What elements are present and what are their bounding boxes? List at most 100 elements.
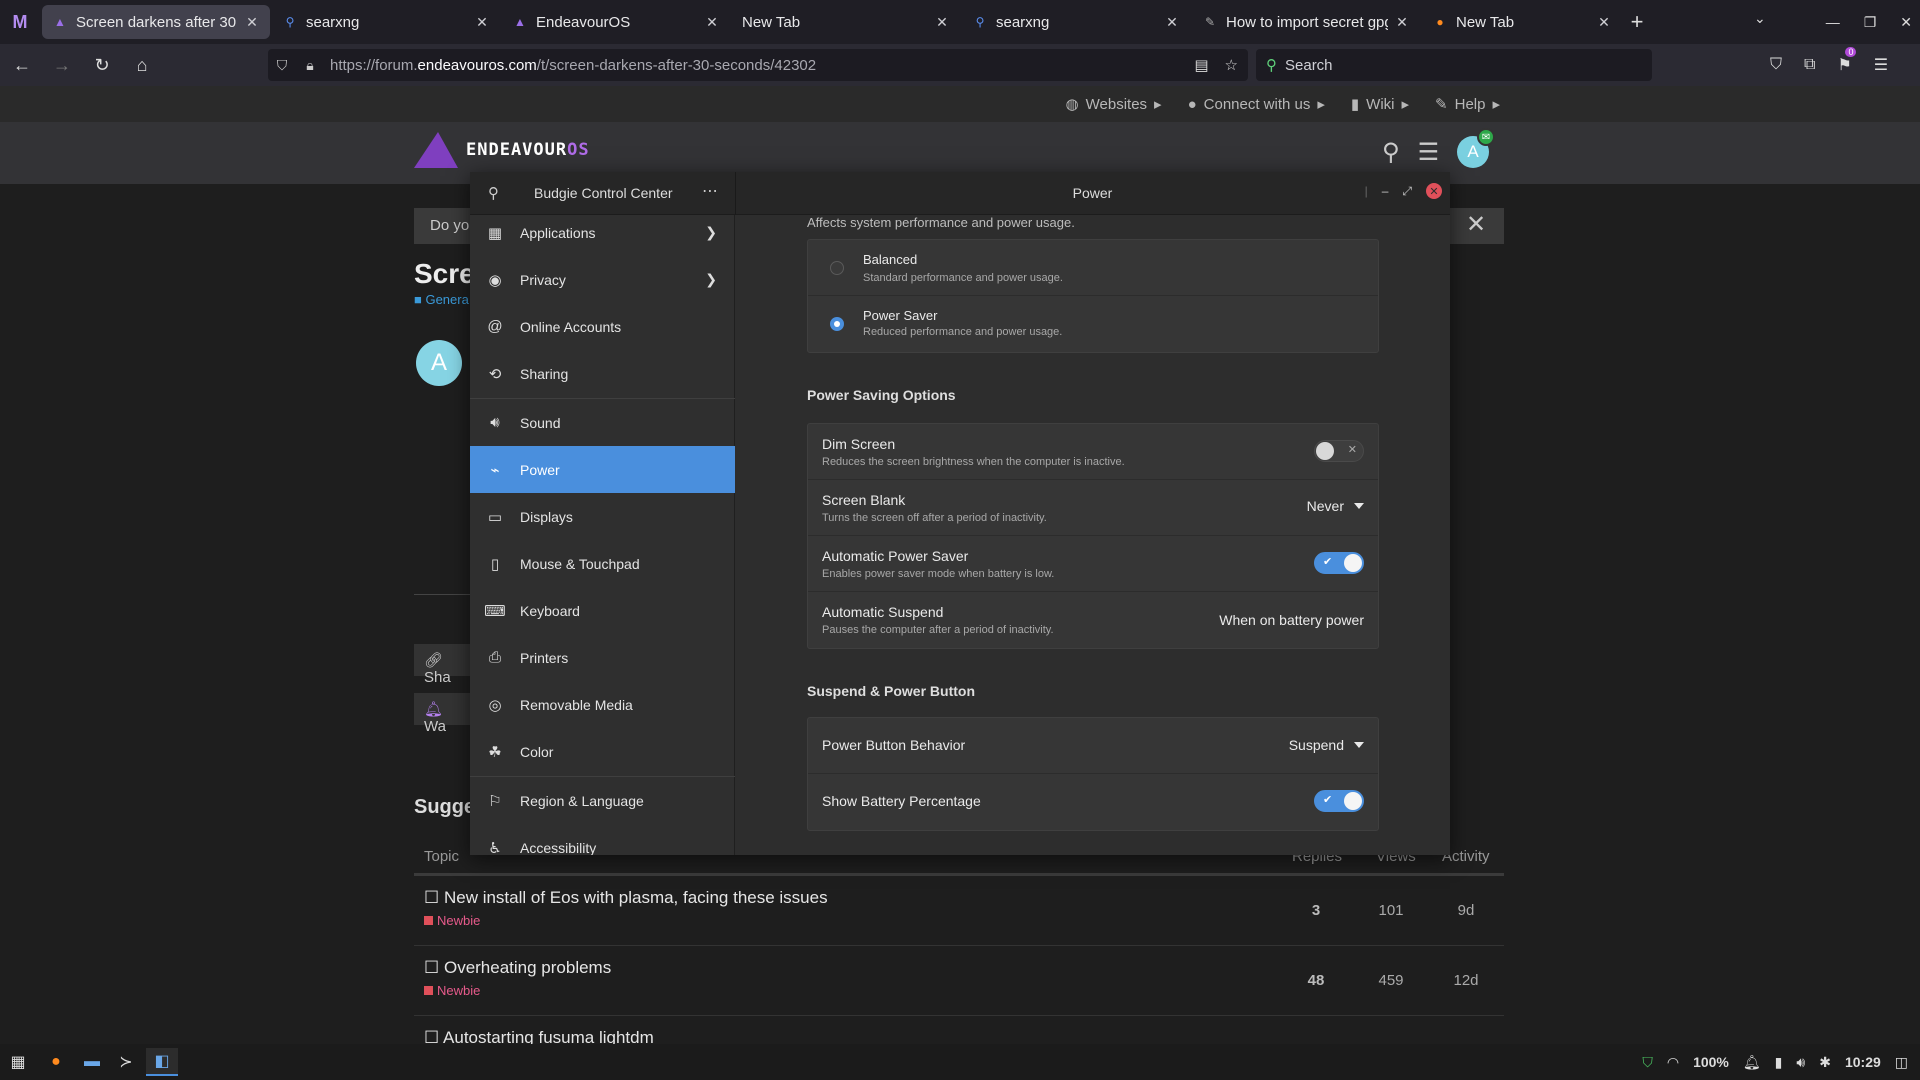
sidebar-item-power[interactable]: ⌁ Power [470,446,735,493]
row-battery-percentage[interactable]: Show Battery Percentage ✔ [808,774,1378,830]
sidebar-item-color[interactable]: ☘ Color [470,728,735,775]
pocket-icon[interactable]: ⛉ [1770,56,1782,74]
sidebar-item-sharing[interactable]: ⟲ Sharing [470,350,735,397]
power-button-dropdown[interactable]: Suspend [1289,737,1364,753]
restore-icon[interactable]: ❐ [1864,14,1877,31]
sidebar-item-region[interactable]: ⚐ Region & Language [470,777,735,824]
avatar[interactable]: A ✉ [1457,128,1496,168]
volume-icon[interactable]: 🔊︎ [1796,1054,1805,1071]
radio-balanced[interactable] [830,261,844,275]
row-power-button[interactable]: Power Button Behavior Suspend [808,718,1378,774]
shield-icon[interactable]: ⛉ [268,57,296,74]
watch-button[interactable]: 🔔︎ Wa [414,693,474,735]
terminal-icon[interactable]: ≻ [110,1048,142,1076]
minimize-icon[interactable]: – [1382,184,1389,198]
tab-3[interactable]: New Tab ✕ [732,5,960,39]
table-row[interactable]: ☐ Autostarting fusuma lightdm [414,1016,1504,1044]
shield-check-icon[interactable]: ⛉ [1642,1054,1653,1071]
sidebar-item-accessibility[interactable]: ♿︎ Accessibility [470,824,735,856]
menu-icon[interactable]: ☰ [1874,55,1888,75]
bookmark-star-icon[interactable]: ☆ [1225,56,1238,74]
lock-icon[interactable]: 🔒︎ [296,57,324,74]
battery-icon[interactable]: ▮ [1775,1054,1783,1071]
more-options-icon[interactable]: ⋯ [702,181,718,201]
sidebar-item-sound[interactable]: 🔊︎ Sound [470,399,735,446]
row-auto-power-saver[interactable]: Automatic Power Saver Enables power save… [808,536,1378,592]
close-tab-icon[interactable]: ✕ [1164,14,1180,31]
clock[interactable]: 10:29 [1845,1054,1881,1070]
reader-view-icon[interactable]: ▤ [1194,56,1208,74]
row-screen-blank[interactable]: Screen Blank Turns the screen off after … [808,480,1378,536]
nav-websites[interactable]: ◍ Websites ▸ [1066,95,1162,114]
sidebar-item-displays[interactable]: ▭ Displays [470,493,735,540]
sidebar-item-keyboard[interactable]: ⌨ Keyboard [470,587,735,634]
close-banner-icon[interactable]: ✕ [1466,210,1486,239]
table-row[interactable]: ☐ Overheating problems Newbie 48 459 12d [414,946,1504,1016]
auto-power-saver-toggle[interactable]: ✔ [1314,552,1364,574]
notification-panel-icon[interactable]: ◫ [1895,1054,1908,1071]
tab-4[interactable]: ⚲ searxng ✕ [962,5,1190,39]
files-icon[interactable]: ▬ [76,1048,108,1076]
tab-1[interactable]: ⚲ searxng ✕ [272,5,500,39]
new-tab-icon[interactable]: + [1622,9,1652,35]
sidebar-item-applications[interactable]: ▦ Applications ❯ [470,209,735,256]
extensions-icon[interactable]: ⧉ [1804,56,1815,74]
site-logo[interactable]: ENDEAVOUROS [414,132,590,168]
hamburger-icon[interactable]: ☰ [1418,138,1440,167]
bluetooth-icon[interactable]: ✱ [1819,1054,1831,1071]
mode-power-saver[interactable]: Power Saver Reduced performance and powe… [808,296,1378,352]
bell-icon[interactable]: 🔔︎ [1743,1054,1761,1071]
url-text[interactable]: https://forum.endeavouros.com/t/screen-d… [330,57,816,74]
mode-balanced[interactable]: Balanced Standard performance and power … [808,240,1378,296]
search-input[interactable]: ⚲ Search [1256,49,1652,81]
tab-6[interactable]: ● New Tab ✕ [1422,5,1622,39]
url-bar[interactable]: ⛉ 🔒︎ https://forum.endeavouros.com/t/scr… [268,49,1248,81]
wifi-icon[interactable]: ◠ [1667,1054,1679,1071]
minimize-icon[interactable]: — [1826,14,1840,30]
app-menu-icon[interactable]: M [0,0,40,44]
tab-5[interactable]: ✎ How to import secret gpg k ✕ [1192,5,1420,39]
chevron-down-icon[interactable]: ⌄ [1754,10,1766,27]
maximize-icon[interactable]: ⤢ [1402,184,1412,199]
firefox-icon[interactable]: ● [40,1048,72,1076]
radio-power-saver[interactable] [830,317,844,331]
row-auto-suspend[interactable]: Automatic Suspend Pauses the computer af… [808,592,1378,648]
back-icon[interactable]: ← [4,47,40,83]
tab-0[interactable]: ▲ Screen darkens after 30 se ✕ [42,5,270,39]
auto-suspend-value[interactable]: When on battery power [1219,612,1364,628]
topic-category[interactable]: ■ Genera [414,292,469,307]
forward-icon[interactable]: → [44,47,80,83]
tab-2[interactable]: ▲ EndeavourOS ✕ [502,5,730,39]
table-row[interactable]: ☐ New install of Eos with plasma, facing… [414,876,1504,946]
close-tab-icon[interactable]: ✕ [1596,14,1612,31]
screen-blank-dropdown[interactable]: Never [1307,498,1364,514]
nav-help[interactable]: ✎ Help ▸ [1435,95,1500,114]
nav-connect[interactable]: ● Connect with us ▸ [1188,95,1325,114]
sidebar-item-mouse[interactable]: ▯ Mouse & Touchpad [470,540,735,587]
close-tab-icon[interactable]: ✕ [1394,14,1410,31]
dim-screen-toggle[interactable]: ✕ [1314,440,1364,462]
close-tab-icon[interactable]: ✕ [934,14,950,31]
nav-wiki[interactable]: ▮ Wiki ▸ [1351,95,1409,114]
app-grid-icon[interactable]: ▦ [2,1048,34,1076]
close-tab-icon[interactable]: ✕ [474,14,490,31]
share-button[interactable]: 🔗︎ Sha [414,644,474,686]
row-dim-screen[interactable]: Dim Screen Reduces the screen brightness… [808,424,1378,480]
sidebar-item-privacy[interactable]: ◉ Privacy ❯ [470,256,735,303]
close-tab-icon[interactable]: ✕ [704,14,720,31]
close-icon[interactable]: ✕ [1426,183,1442,199]
search-icon[interactable]: ⚲ [1382,138,1400,167]
post-avatar[interactable]: A [416,340,462,386]
home-icon[interactable]: ⌂ [124,47,160,83]
search-icon[interactable]: ⚲ [488,184,499,202]
extension-badge-icon[interactable]: ⚑ 0 [1837,47,1857,75]
sidebar-item-removable-media[interactable]: ◎ Removable Media [470,681,735,728]
close-icon[interactable]: ✕ [1900,14,1912,31]
sidebar-item-printers[interactable]: ⎙ Printers [470,634,735,681]
close-tab-icon[interactable]: ✕ [244,14,260,31]
control-center-task-icon[interactable]: ◧ [146,1048,178,1076]
forum-top-nav: ◍ Websites ▸ ● Connect with us ▸ ▮ Wiki ▸ ✎… [0,86,1920,122]
sidebar-item-online-accounts[interactable]: @ Online Accounts [470,303,735,350]
reload-icon[interactable]: ↻ [84,47,120,83]
battery-percentage-toggle[interactable]: ✔ [1314,790,1364,812]
